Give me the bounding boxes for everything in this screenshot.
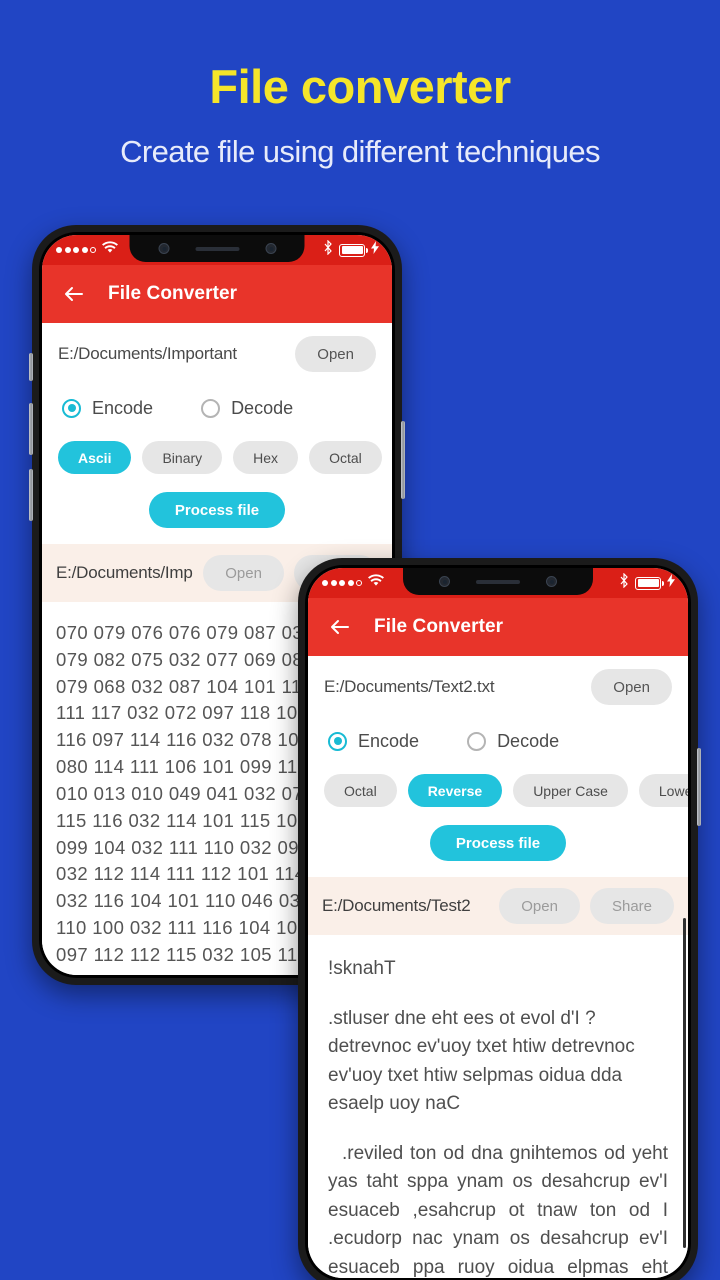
page-title: File Converter [108,283,238,304]
battery-icon [339,243,369,257]
result-open-button[interactable]: Open [499,888,580,924]
wifi-icon [368,574,384,592]
earpiece-speaker [476,579,520,584]
chip-binary[interactable]: Binary [142,441,223,474]
chip-upper-case[interactable]: Upper Case [513,774,628,807]
phone2-form: E:/Documents/Text2.txt Open Encode Decod… [308,656,688,811]
phone1-volume-down-button [29,469,33,521]
front-camera-icon [439,576,450,587]
open-file-button[interactable]: Open [591,669,672,705]
process-file-button[interactable]: Process file [429,825,567,861]
signal-strength-icon [322,580,362,586]
wifi-icon [102,241,118,259]
face-sensor-icon [546,576,557,587]
phone2-output-text: !sknahT .stluser dne eht ees ot evol d'I … [308,935,688,1278]
output-paragraph: !sknahT [328,958,396,979]
radio-encode-indicator[interactable] [62,398,81,418]
page-title: File Converter [374,616,504,637]
result-file-path: E:/Documents/Imp [56,563,193,582]
phone2-method-chip-row[interactable]: Octal Reverse Upper Case Lower Case [324,764,688,811]
radio-decode-label: Decode [231,397,294,418]
radio-decode-indicator[interactable] [201,398,221,418]
chip-ascii[interactable]: Ascii [58,441,132,474]
radio-decode[interactable]: Decode [467,731,559,752]
phone2-power-button [697,748,701,826]
phone-mockup-front: File Converter E:/Documents/Text2.txt Op… [298,558,701,1280]
phone2-scrollbar[interactable] [683,918,686,1248]
result-share-button[interactable]: Share [589,888,674,924]
phone1-process-wrap: Process file [42,478,392,544]
radio-encode-label: Encode [92,397,154,418]
signal-strength-icon [56,247,96,253]
promo-title: File converter [209,60,511,113]
phone1-method-chip-row[interactable]: Ascii Binary Hex Octal Reverse [58,431,382,478]
bluetooth-icon [323,239,333,260]
radio-decode[interactable]: Decode [201,398,293,419]
result-file-path: E:/Documents/Test2 [322,896,471,915]
phone1-notch [129,235,305,262]
back-arrow-icon[interactable] [328,615,352,639]
phone2-bezel: File Converter E:/Documents/Text2.txt Op… [305,565,691,1280]
radio-encode[interactable]: Encode [62,398,153,419]
phone2-status-left [308,574,384,592]
lightning-bolt-icon [371,241,379,259]
output-paragraph: .reviled ton od dna gnihtemos od yeht ya… [328,1142,668,1278]
source-file-path: E:/Documents/Important [58,344,237,363]
phone1-status-bar [42,235,392,265]
result-open-button[interactable]: Open [203,555,284,591]
phone1-volume-up-button [29,403,33,455]
bluetooth-icon [619,572,629,593]
radio-encode[interactable]: Encode [328,731,419,752]
chip-hex[interactable]: Hex [233,441,299,474]
chip-lower-case[interactable]: Lower Case [638,774,688,807]
earpiece-speaker [195,246,239,251]
open-file-button[interactable]: Open [295,336,376,372]
phone2-process-wrap: Process file [308,811,688,877]
chip-octal[interactable]: Octal [324,774,397,807]
phone1-mode-radio-group: Encode Decode [58,385,376,431]
phone1-file-row: E:/Documents/Important Open [58,323,376,385]
radio-decode-label: Decode [497,730,560,751]
phone2-result-bar: E:/Documents/Test2 Open Share [308,877,688,935]
phone2-notch [403,568,593,595]
front-camera-icon [158,243,169,254]
phone1-status-right [323,239,392,260]
radio-encode-indicator[interactable] [328,731,347,751]
phone2-status-right [619,572,688,593]
phone2-file-row: E:/Documents/Text2.txt Open [324,656,672,718]
phone2-mode-radio-group: Encode Decode [324,718,672,764]
phone1-mute-switch [29,353,33,381]
radio-encode-label: Encode [358,730,420,751]
output-paragraph: .stluser dne eht ees ot evol d'I ?detrev… [328,1007,635,1115]
back-arrow-icon[interactable] [62,282,86,306]
promo-header: File converter Create file using differe… [0,0,720,215]
chip-reverse[interactable]: Reverse [407,774,503,807]
radio-decode-indicator[interactable] [467,731,487,751]
phone2-app-bar: File Converter [308,598,688,656]
phone1-status-left [42,241,118,259]
phone2-status-bar [308,568,688,598]
phone1-power-button [401,421,405,499]
process-file-button[interactable]: Process file [148,492,286,528]
promo-subtitle: Create file using different techniques [120,134,600,170]
source-file-path: E:/Documents/Text2.txt [324,677,495,696]
phone1-form: E:/Documents/Important Open Encode Decod… [42,323,392,478]
face-sensor-icon [265,243,276,254]
chip-octal[interactable]: Octal [309,441,382,474]
battery-icon [635,576,665,590]
phone1-app-bar: File Converter [42,265,392,323]
lightning-bolt-icon [667,574,675,592]
phone2-screen: File Converter E:/Documents/Text2.txt Op… [308,568,688,1278]
